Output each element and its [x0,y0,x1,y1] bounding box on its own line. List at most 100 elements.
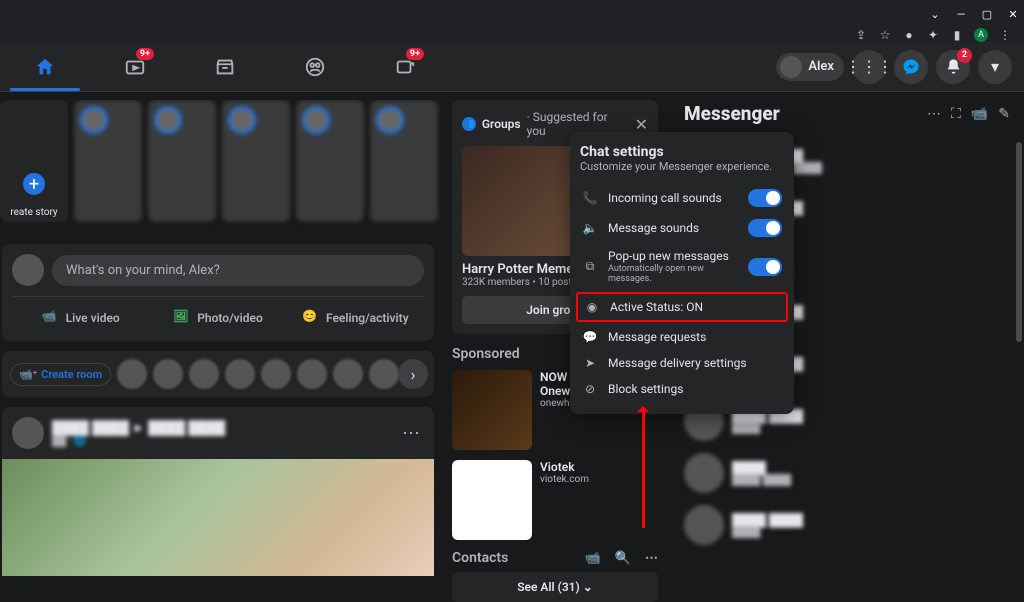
window-close-icon[interactable]: ✕ [1006,7,1020,21]
nav-marketplace[interactable] [180,42,270,91]
story-card[interactable] [148,100,216,222]
room-contact-avatar[interactable] [333,359,363,389]
room-contact-avatar[interactable] [225,359,255,389]
news-feed: + reate story What's on your mind, Alex?… [0,92,440,576]
window-minimize-icon[interactable]: ⌄ [928,7,942,21]
messenger-video-button[interactable]: 📹 [971,106,988,122]
create-story-card[interactable]: + reate story [0,100,68,222]
see-all-label: See All (31) [517,580,580,594]
nav-groups[interactable] [270,42,360,91]
messenger-thread[interactable]: ████████ ████ [678,447,1016,499]
messenger-expand-button[interactable]: ⛶ [951,106,961,122]
contacts-heading-row: Contacts 📹 🔍 ⋯ [452,550,658,566]
messenger-compose-button[interactable]: ✎ [998,106,1010,122]
message-requests-row[interactable]: 💬 Message requests [580,324,784,350]
share-icon[interactable]: ⇪ [854,28,868,42]
popup-icon: ⧉ [582,259,598,274]
notifications-button[interactable]: 2 [936,50,970,84]
message-sounds-label: Message sounds [608,221,738,235]
feeling-button[interactable]: 😊 Feeling/activity [287,305,424,331]
feeling-label: Feeling/activity [326,311,409,325]
popup-messages-toggle[interactable] [748,258,782,276]
browser-menu-icon[interactable]: ⋮ [998,28,1012,42]
story-avatar-ring [80,106,108,134]
groups-tag: Groups [482,117,521,131]
post-image[interactable] [2,459,434,576]
smile-icon: 😊 [302,309,320,327]
chat-icon: 💬 [582,330,598,344]
window-maximize-icon[interactable]: ▢ [980,7,994,21]
photo-video-button[interactable]: 🖼Photo/video [149,305,286,331]
create-story-label: reate story [0,207,68,218]
rooms-next-button[interactable]: › [398,359,428,389]
nav-user-chip[interactable]: Alex [776,53,844,81]
popup-messages-row[interactable]: ⧉ Pop-up new messages Automatically open… [580,243,784,290]
options-icon[interactable]: ⋯ [645,551,658,566]
message-sounds-toggle[interactable] [748,219,782,237]
annotation-arrow [642,408,645,528]
incoming-call-sounds-label: Incoming call sounds [608,191,738,205]
window-line-icon[interactable]: — [954,7,968,21]
search-icon[interactable]: 🔍 [615,551,631,566]
messenger-panel: Messenger ⋯ ⛶ 📹 ✎ ████ ████████ ████ ███… [670,92,1024,576]
star-icon[interactable]: ☆ [878,28,892,42]
story-avatar-ring [154,106,182,134]
video-plus-icon: 📹⁺ [19,368,37,381]
live-video-button[interactable]: 📹Live video [12,305,149,331]
incoming-call-toggle[interactable] [748,189,782,207]
sponsored-item[interactable]: Viotek viotek.com [452,460,658,540]
block-settings-row[interactable]: ⊘ Block settings [580,376,784,402]
account-dropdown-button[interactable]: ▾ [978,50,1012,84]
post-meta[interactable]: ████ ████ ► ████ ████ ██ · 🌐 [52,420,390,447]
post-more-button[interactable]: ⋯ [398,423,424,444]
room-contact-avatar[interactable] [153,359,183,389]
card-close-button[interactable]: ✕ [635,115,648,134]
extensions-icon[interactable]: ✦ [926,28,940,42]
active-status-row[interactable]: ◉ Active Status: ON [576,292,788,322]
messenger-title: Messenger [684,102,917,125]
composer-avatar[interactable] [12,254,44,286]
window-titlebar: ⌄ — ▢ ✕ [0,0,1024,28]
browser-profile-avatar[interactable]: A [974,28,988,42]
room-contact-avatar[interactable] [117,359,147,389]
room-contact-avatar[interactable] [261,359,291,389]
nav-watch[interactable]: 9+ [90,42,180,91]
phone-icon: 📞 [582,191,598,205]
user-avatar [780,56,802,78]
incoming-call-sounds-row[interactable]: 📞 Incoming call sounds [580,183,784,213]
room-contact-avatar[interactable] [369,359,399,389]
messenger-thread[interactable]: ████ ████████ [678,499,1016,551]
story-card[interactable] [222,100,290,222]
contacts-heading: Contacts [452,550,508,566]
composer-input[interactable]: What's on your mind, Alex? [52,255,424,286]
see-all-contacts-button[interactable]: See All (31) ⌄ [452,572,658,602]
story-card[interactable] [296,100,364,222]
room-contact-avatar[interactable] [189,359,219,389]
message-sounds-row[interactable]: 🔈 Message sounds [580,213,784,243]
new-room-icon[interactable]: 📹 [585,551,601,566]
scrollbar[interactable] [1016,142,1022,342]
speaker-icon: 🔈 [582,221,598,235]
chevron-right-icon: › [411,365,416,384]
user-name: Alex [808,59,834,74]
story-card[interactable] [370,100,438,222]
create-room-button[interactable]: 📹⁺ Create room [10,363,111,386]
popup-messages-sublabel: Automatically open new messages. [608,264,738,284]
reader-icon[interactable]: ▮ [950,28,964,42]
messenger-options-button[interactable]: ⋯ [927,106,941,122]
spotify-icon[interactable]: ● [902,28,916,42]
room-contact-avatar[interactable] [297,359,327,389]
feed-post: ████ ████ ► ████ ████ ██ · 🌐 ⋯ [2,407,434,576]
delivery-settings-row[interactable]: ➤ Message delivery settings [580,350,784,376]
message-requests-label: Message requests [608,330,782,344]
messenger-button[interactable] [894,50,928,84]
home-icon [34,56,56,78]
story-card[interactable] [74,100,142,222]
active-status-label: Active Status: ON [610,300,780,314]
sponsor-image [452,460,532,540]
watch-badge: 9+ [136,48,154,60]
menu-grid-button[interactable]: ⋮⋮⋮ [852,50,886,84]
nav-gaming[interactable]: 9+ [360,42,450,91]
nav-home[interactable] [0,42,90,91]
post-author-avatar[interactable] [12,417,44,449]
